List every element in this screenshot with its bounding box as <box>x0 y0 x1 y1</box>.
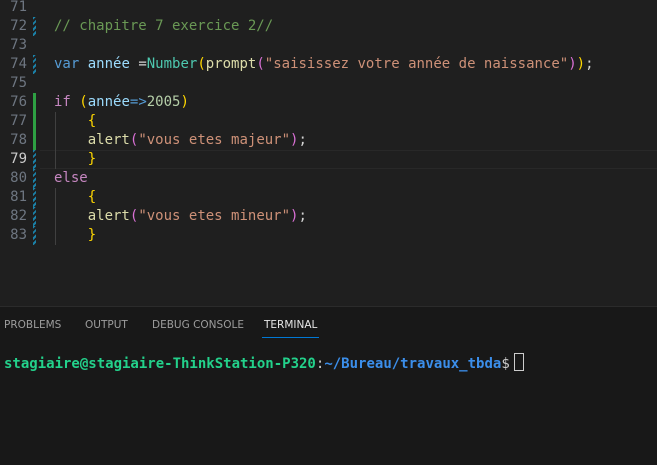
code-token: if <box>54 94 71 110</box>
code-text: var année =Number(prompt("saisissez votr… <box>54 55 594 74</box>
tab-debug-console[interactable]: DEBUG CONSOLE <box>152 319 244 337</box>
code-line[interactable]: 75 <box>0 74 657 93</box>
code-token: ) <box>576 56 586 72</box>
code-line[interactable]: 83 } <box>0 226 657 245</box>
tab-terminal[interactable]: TERMINAL <box>262 319 320 338</box>
line-number: 76 <box>10 94 27 110</box>
code-token: "vous etes mineur" <box>138 208 291 224</box>
code-text: { <box>54 188 96 207</box>
code-token: alert <box>87 208 130 224</box>
code-token: { <box>87 189 97 205</box>
line-number: 83 <box>10 227 27 243</box>
code-token: 2005 <box>146 94 181 110</box>
code-line[interactable]: 80 else <box>0 169 657 188</box>
git-modified-marker[interactable] <box>33 17 36 36</box>
git-modified-marker[interactable] <box>33 188 36 207</box>
code-line[interactable]: 79 } <box>0 150 657 169</box>
code-line[interactable]: 71 <box>0 0 657 17</box>
code-text: alert("vous etes majeur"); <box>54 131 307 150</box>
code-line[interactable]: 82 alert("vous etes mineur"); <box>0 207 657 226</box>
terminal-path: ~/Bureau/travaux_tbda <box>324 356 502 372</box>
git-added-marker[interactable] <box>33 131 36 150</box>
code-token: alert <box>87 132 130 148</box>
terminal-cursor <box>513 353 524 371</box>
code-token: var <box>54 56 80 72</box>
bottom-panel: PROBLEMS OUTPUT DEBUG CONSOLE TERMINAL s… <box>0 306 657 465</box>
git-modified-marker[interactable] <box>33 55 36 74</box>
code-token: } <box>87 151 97 167</box>
code-line[interactable]: 81 { <box>0 188 657 207</box>
terminal-user-host: stagiaire@stagiaire-ThinkStation-P320 <box>4 356 316 372</box>
code-token: ( <box>79 94 88 110</box>
code-token: ; <box>298 132 307 148</box>
line-number: 72 <box>10 18 27 34</box>
code-token: prompt <box>205 56 257 72</box>
line-number: 77 <box>10 113 27 129</box>
tab-problems[interactable]: PROBLEMS <box>4 319 61 337</box>
code-token: "vous etes majeur" <box>138 132 291 148</box>
code-token: ( <box>197 56 206 72</box>
git-modified-marker[interactable] <box>33 226 36 245</box>
git-modified-marker[interactable] <box>33 207 36 226</box>
tab-output[interactable]: OUTPUT <box>85 319 128 337</box>
line-number: 75 <box>10 75 27 91</box>
line-number: 82 <box>10 208 27 224</box>
line-number: 78 <box>10 132 27 148</box>
code-text: alert("vous etes mineur"); <box>54 207 307 226</box>
code-token: Number <box>146 56 198 72</box>
code-line[interactable]: 77 { <box>0 112 657 131</box>
code-token: ) <box>180 94 189 110</box>
code-editor[interactable]: 71 72 // chapitre 7 exercice 2// 73 74 var an… <box>0 0 657 306</box>
code-token: ( <box>256 56 265 72</box>
code-token: ; <box>585 56 594 72</box>
code-text: } <box>54 226 96 245</box>
terminal-prompt: $ <box>501 356 510 372</box>
code-token: "saisissez votre année de naissance" <box>264 56 569 72</box>
line-number: 71 <box>10 0 27 15</box>
code-text: { <box>54 112 96 131</box>
code-text: // chapitre 7 exercice 2// <box>54 17 273 36</box>
code-token: ) <box>568 56 577 72</box>
code-line[interactable]: 72 // chapitre 7 exercice 2// <box>0 17 657 36</box>
git-added-marker[interactable] <box>33 112 36 131</box>
code-line[interactable]: 76 if (année=>2005) <box>0 93 657 112</box>
code-token: } <box>87 227 97 243</box>
code-text: else <box>54 169 88 188</box>
line-number: 81 <box>10 189 27 205</box>
code-text: if (année=>2005) <box>54 93 189 112</box>
code-text: } <box>54 150 96 169</box>
line-number: 73 <box>10 37 27 53</box>
code-token: ; <box>298 208 307 224</box>
line-number: 79 <box>10 151 27 167</box>
code-token: année <box>87 56 130 72</box>
code-token: = <box>129 56 147 72</box>
line-number: 80 <box>10 170 27 186</box>
line-number: 74 <box>10 56 27 72</box>
git-modified-marker[interactable] <box>33 169 36 188</box>
git-added-marker[interactable] <box>33 93 36 112</box>
git-modified-marker[interactable] <box>33 150 36 169</box>
code-token: { <box>87 113 97 129</box>
code-token: // chapitre 7 exercice 2// <box>54 18 274 34</box>
code-line[interactable]: 78 alert("vous etes majeur"); <box>0 131 657 150</box>
code-line[interactable]: 73 <box>0 36 657 55</box>
code-token: => <box>129 94 147 110</box>
code-token: else <box>54 170 88 186</box>
code-token: année <box>87 94 130 110</box>
terminal[interactable]: stagiaire@stagiaire-ThinkStation-P320:~/… <box>4 353 524 373</box>
code-line[interactable]: 74 var année =Number(prompt("saisissez vo… <box>0 55 657 74</box>
